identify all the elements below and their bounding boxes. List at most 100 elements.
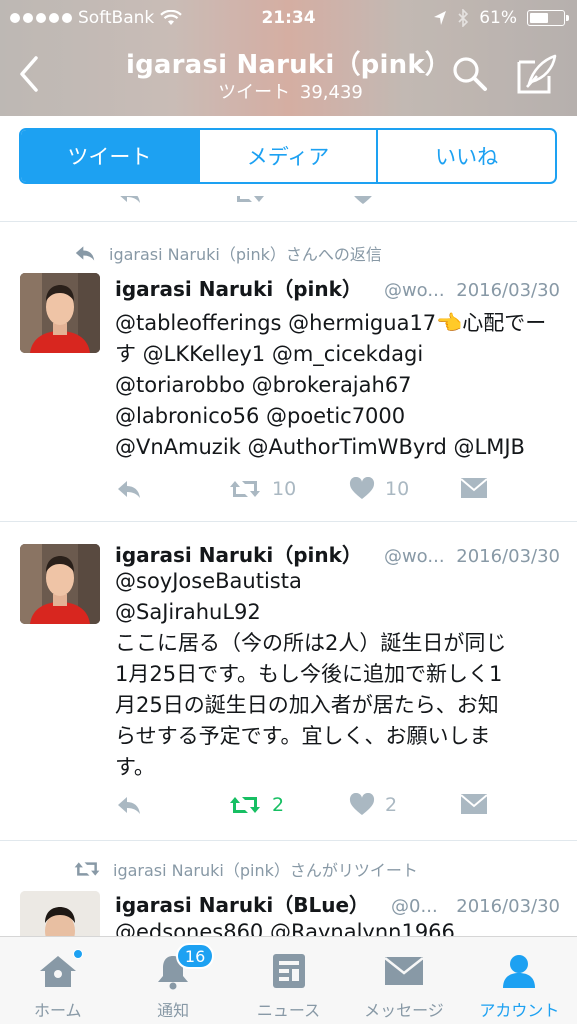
nav-bar: igarasi Naruki（pink） ツイート 39,439 xyxy=(0,38,577,116)
compose-icon[interactable] xyxy=(515,52,559,96)
avatar[interactable] xyxy=(20,544,100,624)
previous-tweet-clipped xyxy=(0,196,577,222)
tweet-actions: 10 10 xyxy=(115,477,565,507)
tweet-text-line: @soyJoseBautista xyxy=(115,569,302,593)
tweet-header: igarasi Naruki（pink） @wo... 2016/03/30 xyxy=(115,273,560,302)
tweet-date: 2016/03/30 xyxy=(456,280,560,301)
tab-notifications[interactable]: 16 通知 xyxy=(115,937,230,1024)
unread-dot xyxy=(72,949,83,959)
tab-label: メッセージ xyxy=(364,1001,444,1020)
author-name[interactable]: igarasi Naruki（BLue） xyxy=(115,889,369,918)
tweet-text-line: @labronico56 @poetic7000 xyxy=(115,404,406,428)
tweet-count-value: 39,439 xyxy=(299,82,363,103)
envelope-icon xyxy=(460,794,488,814)
tweet-text-line: す @LKKelley1 @m_cicekdagi xyxy=(115,342,424,366)
reply-icon xyxy=(75,246,95,261)
bottom-tab-bar: ホーム 16 通知 ニュース メッセージ アカウント xyxy=(0,936,577,1024)
retweet-icon xyxy=(74,862,100,876)
tweet-text-line: @SaJirahuL92 xyxy=(115,600,261,624)
tweet-text-line: @VnAmuzik @AuthorTimWByrd @LMJB xyxy=(115,435,525,459)
like-button[interactable]: 2 xyxy=(349,793,397,817)
bell-icon: 16 xyxy=(152,943,215,991)
direct-message-button[interactable] xyxy=(460,793,488,815)
profile-tabs-bar: ツイート メディア いいね xyxy=(0,116,577,196)
battery-percent: 61% xyxy=(479,8,517,28)
retweet-count: 2 xyxy=(272,794,285,816)
avatar[interactable] xyxy=(20,273,100,353)
tab-label: 通知 xyxy=(157,1001,190,1020)
tab-messages[interactable]: メッセージ xyxy=(346,937,461,1024)
retweet-button[interactable]: 10 xyxy=(228,477,296,501)
retweet-button[interactable]: 2 xyxy=(228,793,284,817)
location-arrow-icon xyxy=(434,11,447,25)
status-right: 61% xyxy=(433,8,569,28)
reply-button[interactable] xyxy=(115,793,143,817)
author-name[interactable]: igarasi Naruki（pink） xyxy=(115,273,362,302)
retweet-icon[interactable] xyxy=(232,196,266,206)
like-button[interactable]: 10 xyxy=(349,477,409,501)
tweet-item[interactable]: igarasi Naruki（pink） @wo... 2016/03/30 @… xyxy=(0,522,577,840)
author-handle: @wo... xyxy=(383,546,445,567)
direct-message-button[interactable] xyxy=(460,477,488,499)
tweet-text-line: す。 xyxy=(115,755,155,779)
tab-likes[interactable]: いいね xyxy=(378,130,555,182)
retweet-context: igarasi Naruki（pink）さんがリツイート xyxy=(73,857,418,881)
segmented-control: ツイート メディア いいね xyxy=(19,128,557,184)
profile-header: SoftBank 21:34 61% igarasi Naruki（pink） … xyxy=(0,0,577,116)
avatar[interactable] xyxy=(20,891,100,936)
reply-context: igarasi Naruki（pink）さんへの返信 xyxy=(73,241,382,265)
tweet-header: igarasi Naruki（BLue） @0... 2016/03/30 xyxy=(115,889,560,918)
tweet-text: @soyJoseBautista @SaJirahuL92 ここに居る（今の所は… xyxy=(115,566,565,783)
search-icon[interactable] xyxy=(450,54,490,94)
tab-media[interactable]: メディア xyxy=(200,130,379,182)
status-bar: SoftBank 21:34 61% xyxy=(0,0,577,38)
tweet-item[interactable]: igarasi Naruki（pink）さんがリツイート igarasi Nar… xyxy=(0,841,577,936)
tweet-text-line: @edsones860 @Raynalynn1966 xyxy=(115,920,455,936)
reply-icon xyxy=(118,481,140,498)
tweet-text-line: 1月25日です。もし今後に追加で新しく1 xyxy=(115,662,503,686)
reply-context-text: igarasi Naruki（pink）さんへの返信 xyxy=(109,245,382,264)
news-icon xyxy=(268,951,310,991)
like-count: 10 xyxy=(385,478,410,500)
like-count: 2 xyxy=(385,794,398,816)
tweet-header: igarasi Naruki（pink） @wo... 2016/03/30 xyxy=(115,539,560,568)
notification-count-badge: 16 xyxy=(176,943,215,969)
tab-label: ホーム xyxy=(33,1001,82,1020)
tab-label: アカウント xyxy=(479,1001,560,1020)
tweet-text: @tableofferings @hermigua17👈心配でー す @LKKe… xyxy=(115,308,565,463)
tweet-item[interactable]: igarasi Naruki（pink）さんへの返信 igarasi Naruk… xyxy=(0,223,577,520)
heart-icon[interactable] xyxy=(350,196,376,206)
author-handle: @wo... xyxy=(383,280,445,301)
battery-icon xyxy=(527,10,569,26)
reply-icon[interactable] xyxy=(115,196,143,206)
tweet-text-line: 月25日の誕生日の加入者が居たら、お知 xyxy=(115,693,499,717)
envelope-icon xyxy=(383,951,425,991)
tweet-count-subtitle: ツイート 39,439 xyxy=(0,78,577,104)
tweet-text: @edsones860 @Raynalynn1966 xyxy=(115,917,565,936)
heart-icon xyxy=(349,477,375,499)
tab-label: ニュース xyxy=(256,1001,321,1020)
reply-button[interactable] xyxy=(115,477,143,501)
profile-name-title: igarasi Naruki（pink） xyxy=(125,50,452,80)
tweet-text-line: ここに居る（今の所は2人）誕生日が同じ xyxy=(115,631,507,655)
person-icon xyxy=(498,951,540,991)
tab-tweets[interactable]: ツイート xyxy=(21,130,200,182)
retweet-icon xyxy=(230,797,260,813)
tab-home[interactable]: ホーム xyxy=(0,937,115,1024)
tweet-count-label: ツイート xyxy=(218,82,291,103)
tab-news[interactable]: ニュース xyxy=(231,937,346,1024)
bluetooth-icon xyxy=(458,9,469,27)
retweet-count: 10 xyxy=(272,478,297,500)
tweet-date: 2016/03/30 xyxy=(456,896,560,917)
author-name[interactable]: igarasi Naruki（pink） xyxy=(115,539,362,568)
tweet-date: 2016/03/30 xyxy=(456,546,560,567)
tweet-text-line: @toriarobbo @brokerajah67 xyxy=(115,373,412,397)
retweet-context-text: igarasi Naruki（pink）さんがリツイート xyxy=(113,861,418,880)
reply-icon xyxy=(118,797,140,814)
envelope-icon xyxy=(460,478,488,498)
author-handle: @0... xyxy=(391,896,438,917)
tab-account[interactable]: アカウント xyxy=(462,937,577,1024)
timeline[interactable]: igarasi Naruki（pink）さんへの返信 igarasi Naruk… xyxy=(0,196,577,936)
home-icon xyxy=(37,949,83,991)
tweet-actions: 2 2 xyxy=(115,793,565,823)
